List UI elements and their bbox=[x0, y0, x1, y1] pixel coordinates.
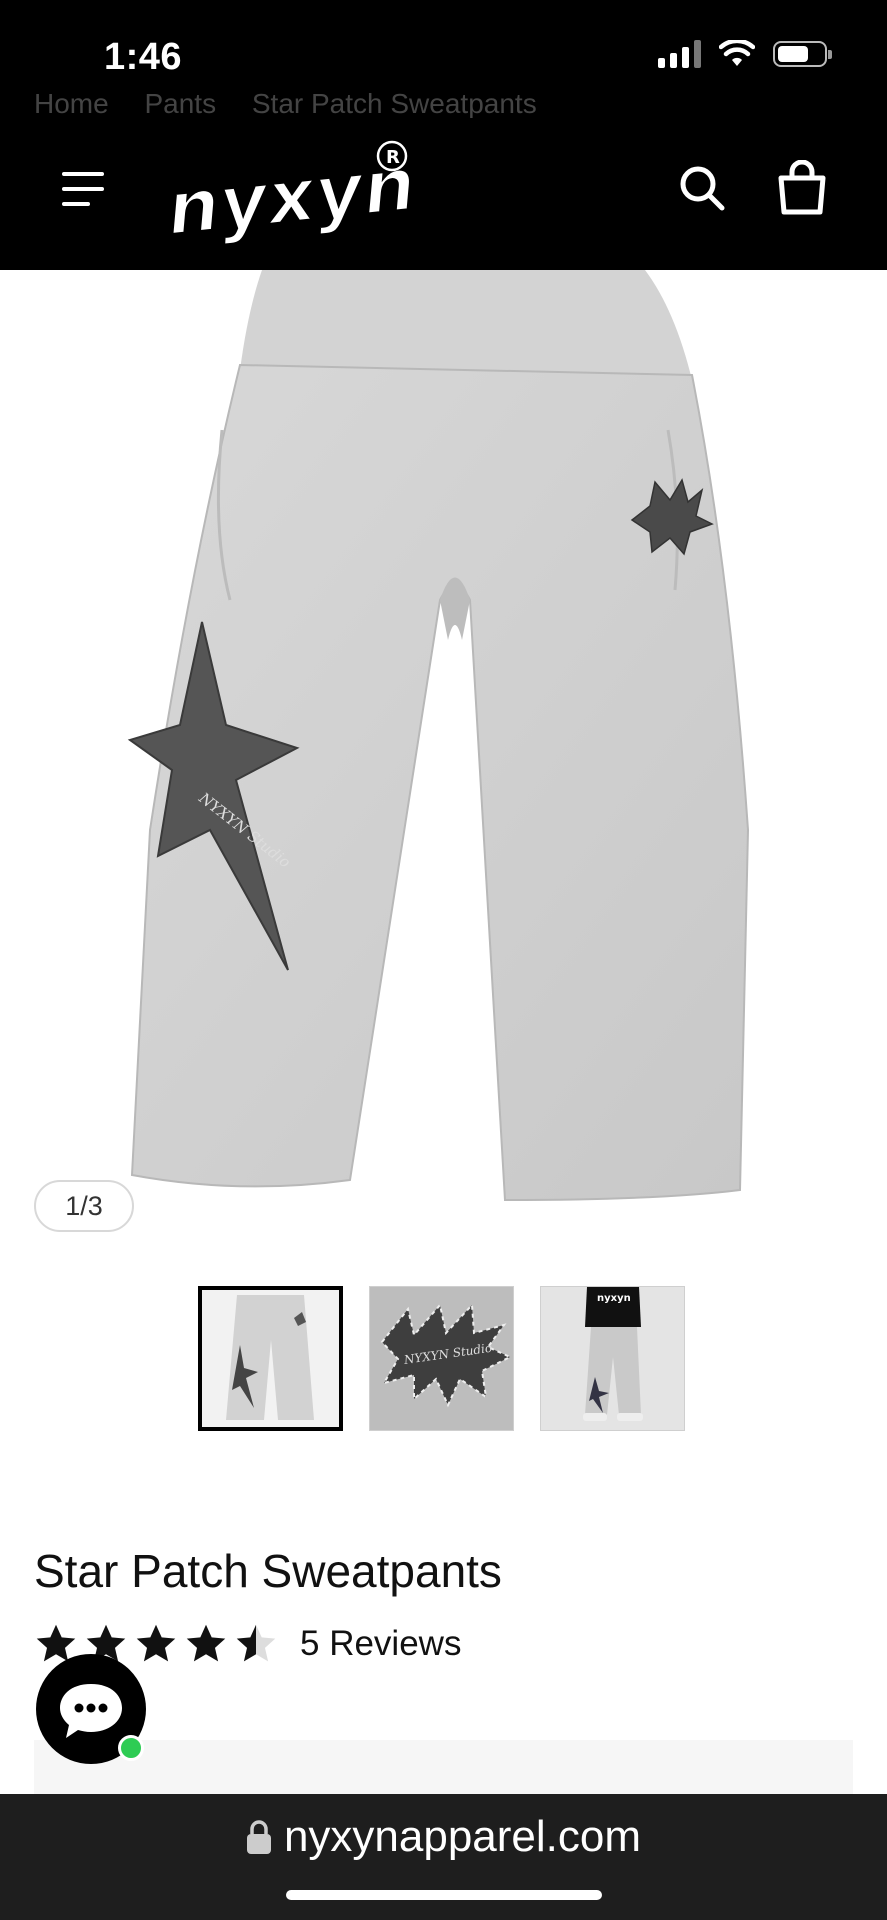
breadcrumb-item[interactable]: Pants bbox=[144, 88, 216, 118]
brand-logo[interactable]: nyxyn ® R bbox=[160, 134, 420, 252]
search-icon[interactable] bbox=[676, 162, 728, 214]
lock-icon bbox=[246, 1820, 271, 1854]
home-indicator[interactable] bbox=[286, 1890, 602, 1900]
product-image[interactable]: NYXYN Studio bbox=[0, 270, 887, 1238]
content-panel bbox=[34, 1740, 853, 1794]
menu-button[interactable] bbox=[62, 172, 106, 208]
image-counter: 1/3 bbox=[34, 1180, 134, 1232]
url-display[interactable]: nyxynapparel.com bbox=[0, 1812, 887, 1862]
wifi-icon bbox=[719, 40, 755, 66]
shopping-bag-icon[interactable] bbox=[776, 160, 828, 216]
battery-icon bbox=[773, 41, 832, 67]
breadcrumb-item: Star Patch Sweatpants bbox=[251, 88, 537, 118]
thumbnail-1[interactable] bbox=[198, 1286, 343, 1431]
thumbnail-strip: NYXYN Studio nyxyn bbox=[198, 1286, 685, 1431]
status-icons bbox=[658, 40, 832, 68]
url-text: nyxynapparel.com bbox=[283, 1812, 642, 1861]
star-icon bbox=[186, 1624, 226, 1662]
site-header: Home Pants Star Patch Sweatpants nyxyn ®… bbox=[0, 88, 887, 270]
breadcrumb-item[interactable]: Home bbox=[34, 88, 109, 118]
breadcrumb: Home Pants Star Patch Sweatpants bbox=[34, 88, 565, 118]
thumbnail-3[interactable]: nyxyn bbox=[540, 1286, 685, 1431]
menu-icon bbox=[62, 172, 104, 176]
svg-text:nyxyn: nyxyn bbox=[597, 1293, 631, 1304]
browser-address-bar[interactable]: nyxynapparel.com bbox=[0, 1794, 887, 1920]
svg-text:nyxyn: nyxyn bbox=[162, 141, 419, 252]
half-star-icon bbox=[236, 1624, 276, 1662]
cellular-signal-icon bbox=[658, 40, 701, 68]
product-title: Star Patch Sweatpants bbox=[34, 1545, 502, 1597]
sweatpants-image: NYXYN Studio bbox=[127, 270, 750, 1202]
online-status-dot bbox=[118, 1735, 144, 1761]
reviews-link[interactable]: 5 Reviews bbox=[300, 1624, 461, 1664]
thumbnail-2[interactable]: NYXYN Studio bbox=[369, 1286, 514, 1431]
svg-text:R: R bbox=[386, 147, 400, 168]
status-time: 1:46 bbox=[104, 36, 183, 78]
